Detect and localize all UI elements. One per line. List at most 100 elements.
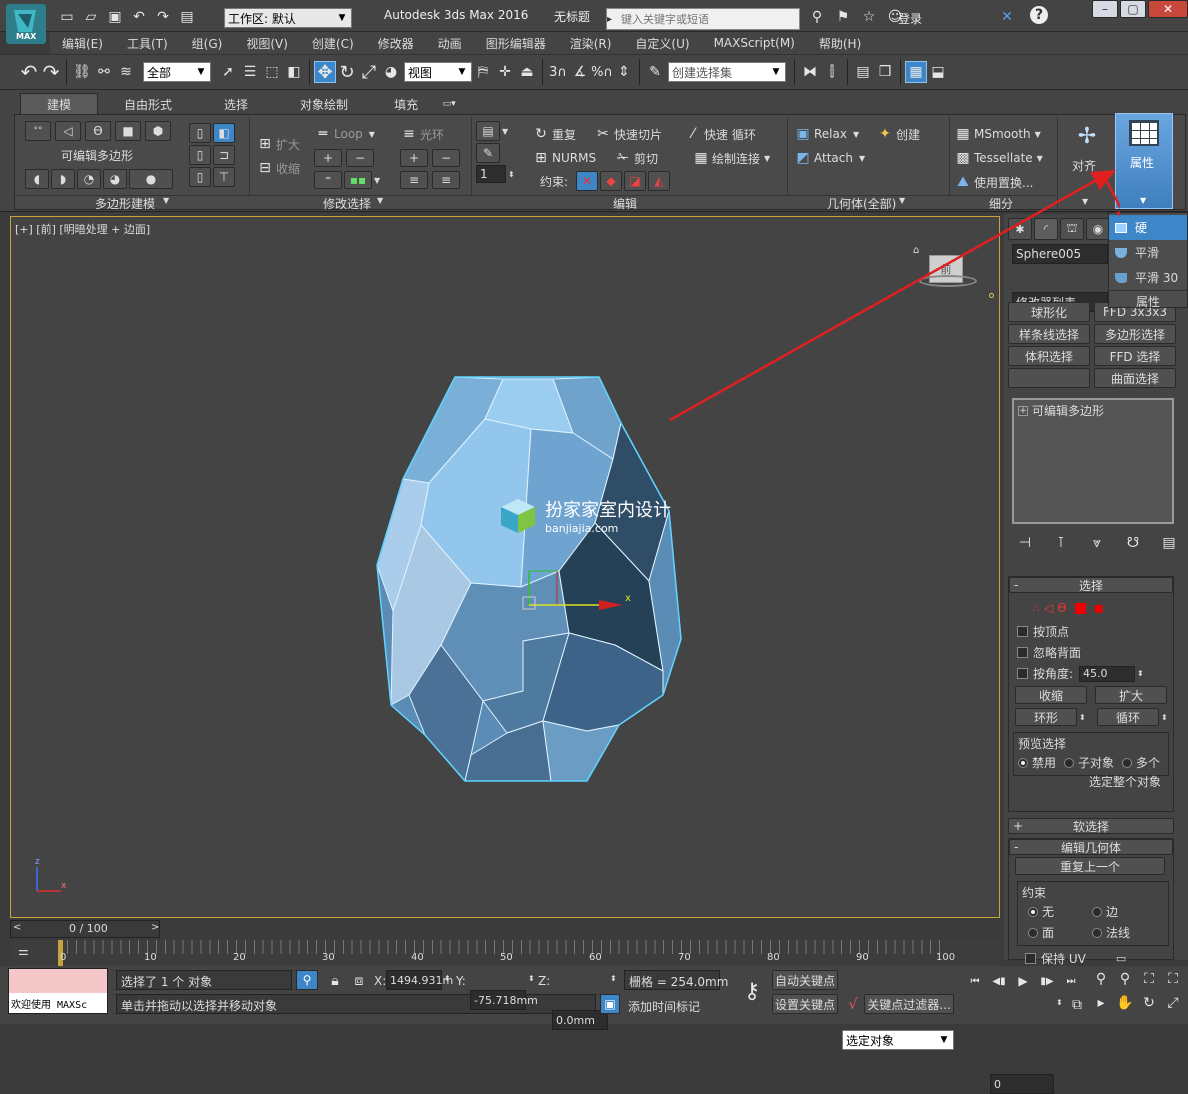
edge-select-icon[interactable]: ◁: [1044, 601, 1053, 615]
snap-toggle-icon[interactable]: 3 ∩: [547, 61, 569, 83]
align-icon[interactable]: ⫿: [821, 61, 843, 83]
binoculars-icon[interactable]: ⚲: [806, 6, 828, 28]
save-icon[interactable]: ▣: [104, 6, 126, 28]
create-label[interactable]: 创建: [896, 126, 920, 143]
spinner-arrows-icon[interactable]: ⬍: [444, 974, 451, 983]
reference-coord-dropdown[interactable]: 视图 ▼: [404, 62, 472, 82]
element-select-icon[interactable]: ◼: [1094, 601, 1104, 615]
rect-selection-icon[interactable]: ⬚: [261, 61, 283, 83]
bind-spacewarp-icon[interactable]: ≋: [115, 61, 137, 83]
soft-selection-rollout-header[interactable]: + 软选择: [1008, 818, 1174, 834]
by-angle-checkbox[interactable]: [1017, 668, 1028, 679]
zoom-extents-icon[interactable]: ⛶: [1138, 968, 1160, 990]
stack-mode-button[interactable]: ◔: [77, 169, 101, 189]
menu-group[interactable]: 组(G): [180, 35, 235, 52]
selection-rollout-header[interactable]: - 选择: [1009, 577, 1173, 593]
loop-dots-button[interactable]: ▪▪: [344, 171, 372, 189]
loop-grow-button[interactable]: +: [314, 149, 342, 167]
close-button[interactable]: ✕: [1148, 0, 1188, 18]
select-scale-icon[interactable]: ⤢: [358, 61, 380, 83]
hide-button[interactable]: ▯: [189, 145, 211, 165]
time-config-icon[interactable]: ⧉: [1066, 994, 1088, 1016]
msmooth-label[interactable]: MSmooth: [974, 127, 1031, 141]
redo-icon[interactable]: ↷: [152, 6, 174, 28]
set-key-key-icon[interactable]: ⚷: [734, 979, 770, 1004]
menu-maxscript[interactable]: MAXScript(M): [702, 36, 807, 50]
previous-frame-icon[interactable]: ◀▮: [988, 970, 1010, 992]
shrink-icon[interactable]: ⊟: [254, 157, 276, 179]
constraint-edge-button[interactable]: ◆: [600, 171, 623, 191]
undo-icon[interactable]: ↶: [128, 6, 150, 28]
help-icon[interactable]: ?: [1030, 6, 1048, 24]
spinner-value-field[interactable]: 1: [476, 165, 506, 183]
time-slider-next-icon[interactable]: >: [151, 922, 159, 933]
grow-button[interactable]: 扩大: [1095, 686, 1167, 704]
properties-button[interactable]: 属性 ▼: [1115, 113, 1173, 209]
edit-geometry-rollout-header[interactable]: - 编辑几何体: [1009, 839, 1173, 855]
maxscript-listener[interactable]: 欢迎使用 MAXSc: [8, 968, 108, 1014]
current-frame-field[interactable]: 0: [990, 1074, 1054, 1094]
menu-rendering[interactable]: 渲染(R): [558, 35, 624, 52]
preview-off-radio[interactable]: [1018, 757, 1028, 768]
configure-modifier-sets-icon[interactable]: ▤: [1158, 532, 1180, 554]
menu-views[interactable]: 视图(V): [234, 35, 300, 52]
relax-label[interactable]: Relax: [814, 127, 847, 141]
ring-button[interactable]: 环形: [1015, 708, 1077, 726]
add-time-tag-label[interactable]: 添加时间标记: [628, 998, 700, 1015]
minimize-button[interactable]: –: [1092, 0, 1118, 18]
track-bar[interactable]: ⚌ 0 10 20 30 40 50 60 70 80 90 100: [10, 940, 1000, 968]
app-logo-button[interactable]: MAX: [6, 4, 46, 44]
menu-edit[interactable]: 编辑(E): [50, 35, 115, 52]
link-icon[interactable]: ⛓: [71, 61, 93, 83]
key-filters-button[interactable]: 关键点过滤器...: [864, 994, 954, 1014]
constraint-face-radio[interactable]: [1028, 927, 1038, 938]
tweak-button[interactable]: ✎: [476, 143, 500, 163]
preserve-uv-settings-icon[interactable]: ▭: [1116, 952, 1126, 965]
zoom-extents-all-icon[interactable]: ⛶: [1162, 968, 1184, 990]
ribbon-toggle-icon[interactable]: ▦: [905, 61, 927, 83]
select-move-icon[interactable]: ✥: [314, 61, 336, 83]
favorites-star-icon[interactable]: ☆: [858, 6, 880, 28]
exchange-x-icon[interactable]: ✕: [996, 6, 1018, 28]
swiftloop-icon[interactable]: ⁄: [682, 123, 704, 145]
set-key-button[interactable]: 设置关键点: [772, 994, 838, 1014]
polygon-modeling-footer[interactable]: 多边形建模: [95, 195, 155, 212]
isolate-selection-button[interactable]: ⚲: [296, 970, 318, 990]
menu-item-hard[interactable]: 硬: [1109, 215, 1187, 240]
polygon-mode-button[interactable]: ■: [115, 121, 141, 141]
next-frame-icon[interactable]: ▮▶: [1036, 970, 1058, 992]
zoom-all-icon[interactable]: ⚲: [1114, 968, 1136, 990]
pin-stack-icon[interactable]: ⊣: [1014, 532, 1036, 554]
show-end-result-icon[interactable]: ⊺: [1050, 532, 1072, 554]
ring-step-button[interactable]: ≡: [432, 171, 460, 189]
grow-icon[interactable]: ⊞: [254, 133, 276, 155]
keyboard-shortcut-icon[interactable]: ⏏: [516, 61, 538, 83]
maximize-button[interactable]: ▢: [1120, 0, 1146, 18]
spinner-arrows-icon[interactable]: ⬍: [528, 974, 535, 983]
pan-hand-icon[interactable]: ✋: [1114, 992, 1136, 1014]
modify-selection-footer[interactable]: 修改选择: [323, 195, 371, 212]
quick-loop-label[interactable]: 快速 循环: [704, 126, 756, 143]
window-crossing-icon[interactable]: ◧: [283, 61, 305, 83]
shade-button[interactable]: ▯: [189, 167, 211, 187]
ring-grow-button[interactable]: +: [400, 149, 428, 167]
preview-subobj-radio[interactable]: [1064, 757, 1075, 768]
select-rotate-icon[interactable]: ↻: [336, 61, 358, 83]
vertex-mode-button[interactable]: °°: [25, 121, 51, 141]
ring-shrink-button[interactable]: −: [432, 149, 460, 167]
menu-create[interactable]: 创建(C): [300, 35, 366, 52]
go-to-end-icon[interactable]: ⏭: [1060, 970, 1082, 992]
constraint-none-radio[interactable]: [1028, 906, 1038, 917]
msmooth-icon[interactable]: ▦: [952, 123, 974, 145]
vertex-select-icon[interactable]: ∴: [1033, 602, 1040, 615]
by-vertex-checkbox[interactable]: [1017, 626, 1028, 637]
tab-populate[interactable]: 填充: [374, 94, 438, 115]
nurms-icon[interactable]: ⊞: [530, 147, 552, 169]
loop-mode-button[interactable]: ⁼: [314, 171, 342, 189]
tab-modeling[interactable]: 建模: [20, 93, 99, 115]
play-icon[interactable]: ▶: [1012, 970, 1034, 992]
shrink-label[interactable]: 收缩: [276, 160, 300, 177]
preserve-uv-checkbox[interactable]: [1025, 953, 1036, 964]
quickslice-icon[interactable]: ✂: [592, 123, 614, 145]
menu-graph-editors[interactable]: 图形编辑器: [474, 35, 558, 52]
